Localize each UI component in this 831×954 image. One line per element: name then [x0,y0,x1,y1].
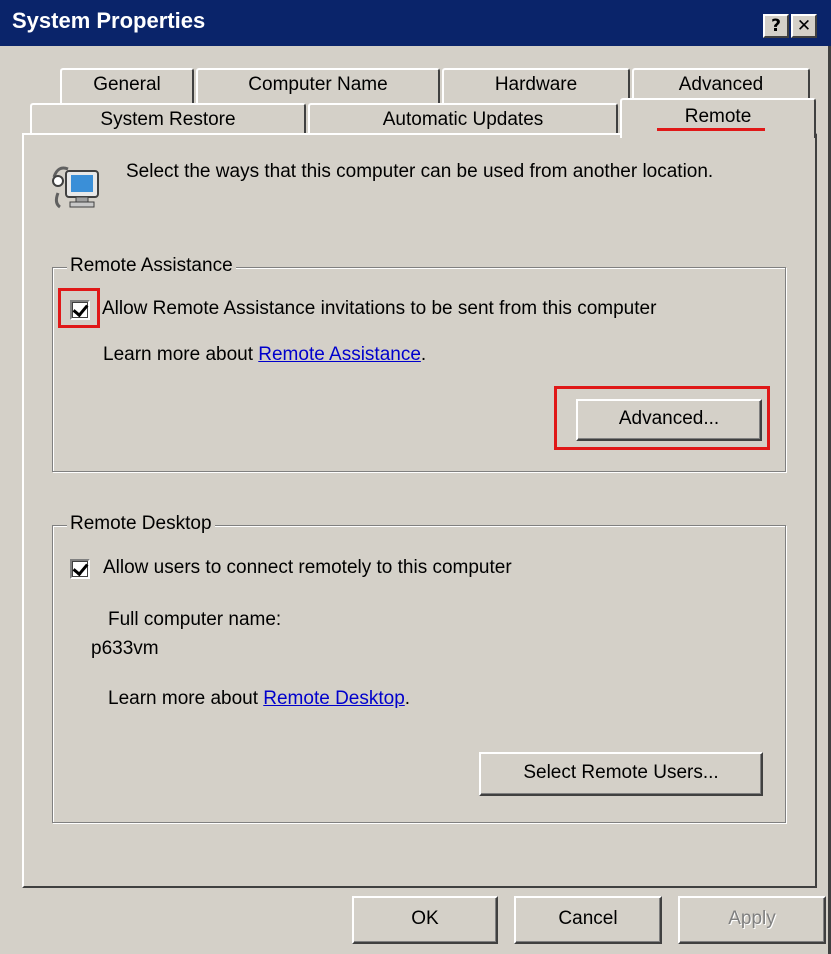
tab-computer-name[interactable]: Computer Name [196,68,440,104]
remote-desktop-legend: Remote Desktop [67,513,215,535]
select-remote-users-button[interactable]: Select Remote Users... [479,752,763,796]
computer-network-icon [52,166,99,209]
close-icon: ✕ [796,16,812,36]
close-button[interactable]: ✕ [791,14,817,38]
full-computer-name-label: Full computer name: [108,609,282,630]
full-computer-name-value: p633vm [91,638,159,659]
apply-button[interactable]: Apply [678,896,826,944]
ok-button[interactable]: OK [352,896,498,944]
remote-desktop-group: Remote Desktop Allow users to connect re… [52,513,786,823]
allow-remote-assistance-checkbox[interactable] [70,300,90,320]
help-icon: ? [771,16,781,36]
cancel-button[interactable]: Cancel [514,896,662,944]
intro-text: Select the ways that this computer can b… [126,161,714,182]
allow-remote-assistance-label[interactable]: Allow Remote Assistance invitations to b… [102,298,656,320]
remote-desktop-learn-more: Learn more about Remote Desktop. [108,688,411,709]
remote-assistance-group: Remote Assistance Allow Remote Assistanc… [52,255,786,472]
remote-tab-panel: Select the ways that this computer can b… [22,133,817,888]
allow-remote-desktop-label[interactable]: Allow users to connect remotely to this … [103,557,512,579]
remote-assistance-legend: Remote Assistance [67,255,236,277]
window-title: System Properties [12,8,206,33]
tab-remote[interactable]: Remote [620,98,816,138]
tab-general[interactable]: General [60,68,194,104]
remote-assistance-link[interactable]: Remote Assistance [258,344,421,365]
allow-remote-desktop-checkbox[interactable] [70,559,90,579]
system-properties-window: System Properties ? ✕ General Computer N… [0,0,831,954]
tab-hardware[interactable]: Hardware [442,68,630,104]
remote-desktop-link[interactable]: Remote Desktop [263,688,405,709]
help-button[interactable]: ? [763,14,789,38]
remote-assistance-learn-more: Learn more about Remote Assistance. [103,344,427,365]
title-bar[interactable]: System Properties ? ✕ [0,0,831,46]
advanced-button[interactable]: Advanced... [576,399,762,441]
active-tab-underline [657,128,765,131]
